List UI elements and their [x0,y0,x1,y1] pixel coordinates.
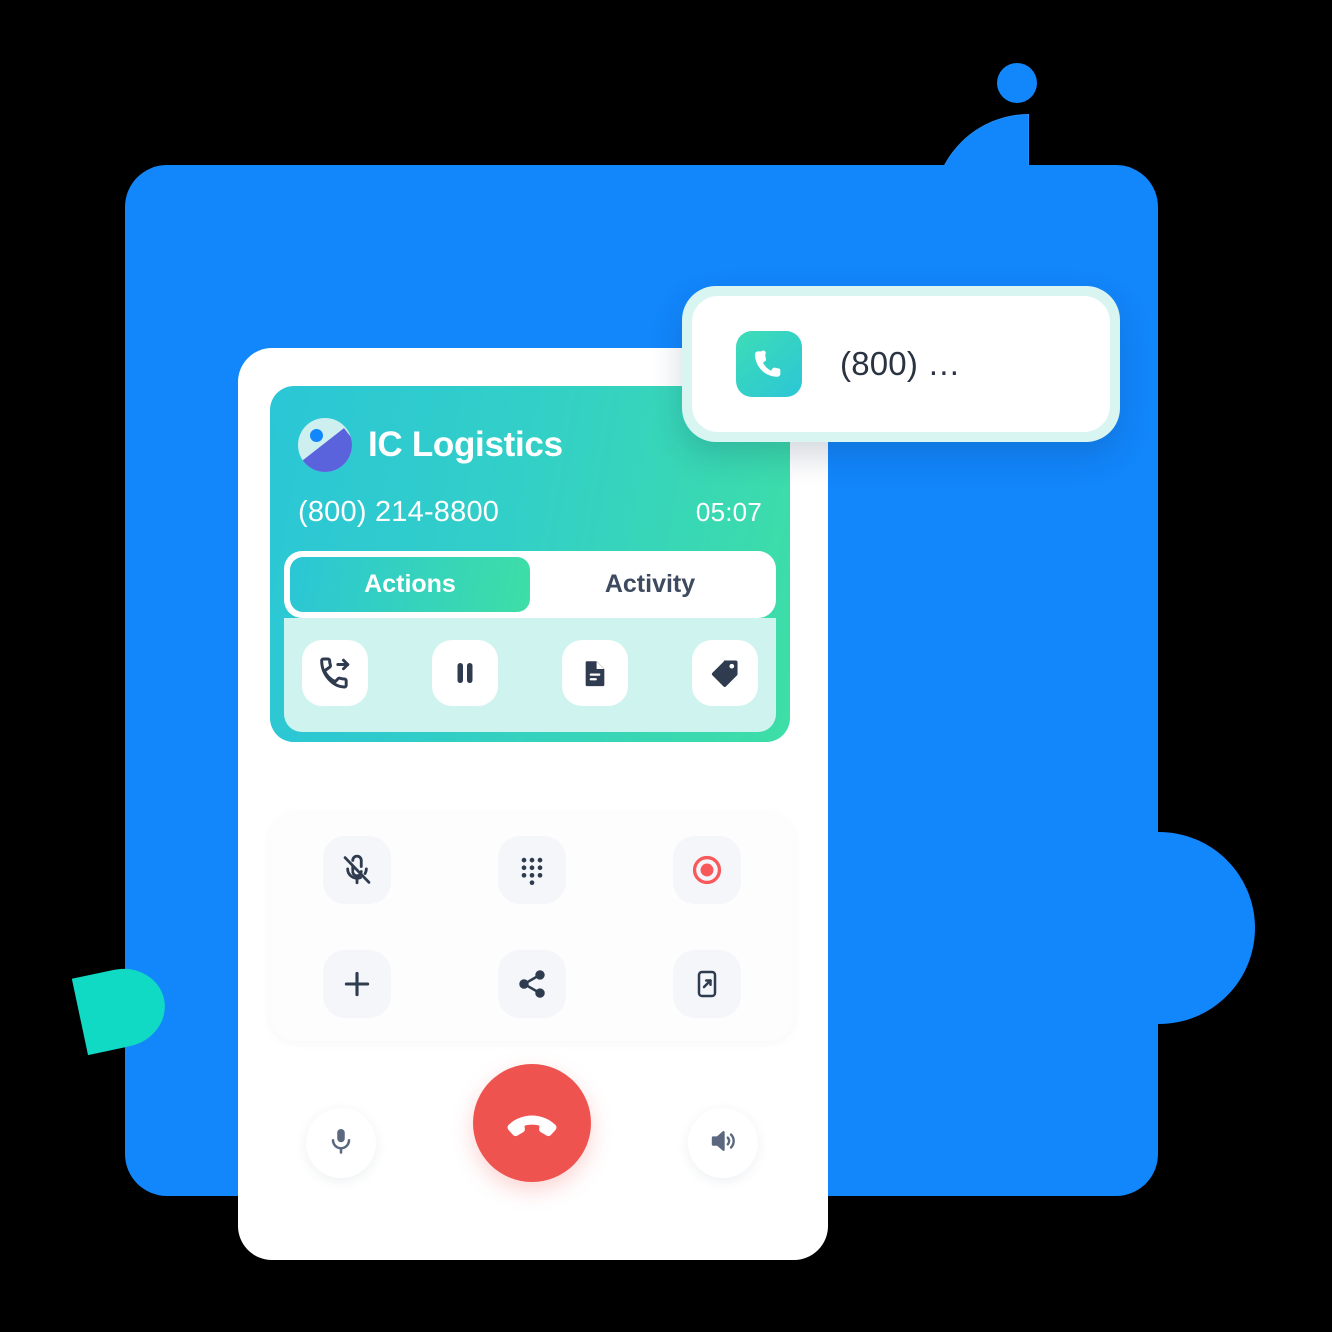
notes-button[interactable] [562,640,628,706]
record-button[interactable] [672,836,741,904]
speaker-button[interactable] [688,1108,758,1178]
share-icon [516,968,548,1000]
tag-icon [709,657,741,689]
move-to-phone-button[interactable] [672,950,741,1018]
call-meta: (800) 214-8800 05:07 [270,472,790,529]
tab-bar: Actions Activity [284,551,776,618]
phone-number: (800) 214-8800 [298,496,500,528]
avatar-sun-shape [310,429,323,442]
mute-button[interactable] [323,836,392,904]
header-bottom-edge [270,732,790,742]
org-name: IC Logistics [368,425,563,464]
add-call-button[interactable] [323,950,392,1018]
mic-off-icon [340,853,374,887]
speaker-icon [708,1126,738,1161]
pause-icon [450,658,480,688]
incoming-call-toast[interactable]: (800) … [682,286,1120,442]
transfer-call-icon [318,656,352,690]
plus-icon [340,967,374,1001]
keypad-button[interactable] [497,836,566,904]
move-to-phone-icon [692,969,722,999]
hangup-icon [503,1092,561,1155]
phone-icon [736,331,802,397]
tab-activity[interactable]: Activity [530,557,770,612]
microphone-icon [326,1126,356,1161]
keypad-icon [516,854,548,886]
toast-inner: (800) … [692,296,1110,432]
call-card: IC Logistics (800) 214-8800 05:07 Action… [238,348,828,1260]
toast-phone-number: (800) … [840,345,961,382]
tag-button[interactable] [692,640,758,706]
hold-button[interactable] [432,640,498,706]
call-timer: 05:07 [695,497,762,527]
image-placeholder-icon [298,418,352,472]
end-call-button[interactable] [473,1064,591,1182]
transfer-call-button[interactable] [302,640,368,706]
record-icon [689,852,725,888]
notes-icon [579,657,611,689]
screenshot-canvas: IC Logistics (800) 214-8800 05:07 Action… [0,0,1332,1332]
call-bottom-bar [270,1064,794,1224]
tab-actions[interactable]: Actions [290,557,530,612]
decorative-big-circle [1063,832,1255,1024]
actions-row [284,618,776,732]
call-controls-grid [270,813,794,1041]
share-button[interactable] [497,950,566,1018]
microphone-button[interactable] [306,1108,376,1178]
decorative-dot [997,63,1037,103]
avatar-mountain-shape [298,428,352,472]
